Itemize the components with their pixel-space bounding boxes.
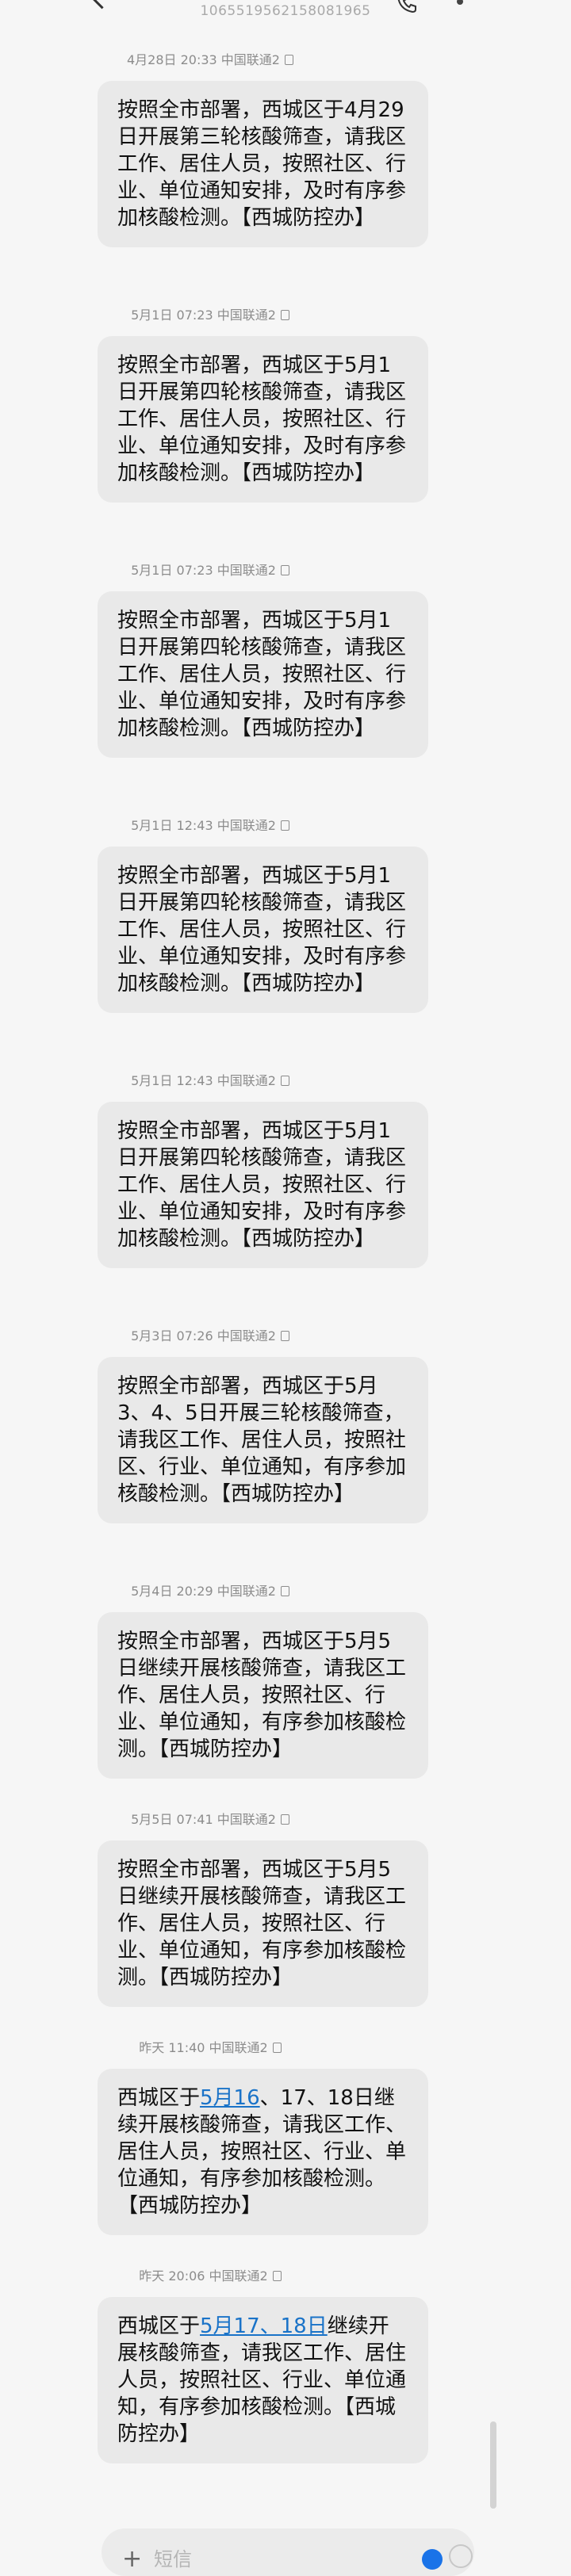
message-timestamp: 5月4日 20:29 中国联通2 <box>0 1580 420 1599</box>
sim-card-icon <box>280 1076 289 1086</box>
sim-select-icon[interactable] <box>422 2549 443 2570</box>
sim-card-icon <box>272 2043 282 2053</box>
date-link[interactable]: 5月17、18日 <box>200 2314 328 2338</box>
app-header: 1065519562158081965 <box>0 0 571 32</box>
message-bubble[interactable]: 按照全市部署，西城区于5月1日开展第四轮核酸筛查，请我区工作、居住人员，按照社区… <box>98 847 428 1013</box>
sim-card-icon <box>285 55 293 65</box>
message-bubble[interactable]: 西城区于5月17、18日继续开展核酸筛查，请我区工作、居住人员，按照社区、行业、… <box>98 2297 428 2463</box>
message-bubble[interactable]: 按照全市部署，西城区于5月1日开展第四轮核酸筛查，请我区工作、居住人员，按照社区… <box>98 591 428 758</box>
sim-card-icon <box>280 1331 289 1341</box>
message-timestamp: 4月28日 20:33 中国联通2 <box>0 49 420 68</box>
sim-card-icon <box>272 2271 282 2281</box>
message-bubble[interactable]: 西城区于5月16、17、18日继续开展核酸筛查，请我区工作、居住人员，按照社区、… <box>98 2069 428 2235</box>
message-bubble[interactable]: 按照全市部署，西城区于5月1日开展第四轮核酸筛查，请我区工作、居住人员，按照社区… <box>98 336 428 503</box>
sender-number: 1065519562158081965 <box>200 3 371 19</box>
message-timestamp: 5月1日 12:43 中国联通2 <box>0 1070 420 1089</box>
message-bubble[interactable]: 按照全市部署，西城区于5月3、4、5日开展三轮核酸筛查，请我区工作、居住人员，按… <box>98 1357 428 1523</box>
message-composer: + 短信 <box>0 2521 571 2576</box>
input-placeholder: 短信 <box>154 2548 192 2570</box>
send-icon[interactable] <box>449 2544 473 2568</box>
message-timestamp: 5月1日 07:23 中国联通2 <box>0 560 420 579</box>
message-bubble[interactable]: 按照全市部署，西城区于5月5日继续开展核酸筛查，请我区工作、居住人员，按照社区、… <box>98 1840 428 2007</box>
sim-card-icon <box>280 1814 289 1825</box>
sim-card-icon <box>280 820 289 831</box>
message-bubble[interactable]: 按照全市部署，西城区于5月1日开展第四轮核酸筛查，请我区工作、居住人员，按照社区… <box>98 1102 428 1268</box>
sim-card-icon <box>280 1586 289 1596</box>
message-timestamp: 5月5日 07:41 中国联通2 <box>0 1809 420 1828</box>
date-link[interactable]: 5月16 <box>200 2086 260 2110</box>
message-bubble[interactable]: 按照全市部署，西城区于4月29日开展第三轮核酸筛查，请我区工作、居住人员，按照社… <box>98 81 428 247</box>
scrollbar-thumb[interactable] <box>490 2421 496 2509</box>
message-timestamp: 5月3日 07:26 中国联通2 <box>0 1325 420 1344</box>
message-timestamp: 昨天 20:06 中国联通2 <box>0 2265 420 2284</box>
phone-icon[interactable] <box>397 0 417 13</box>
message-timestamp: 5月1日 12:43 中国联通2 <box>0 815 420 834</box>
sim-card-icon <box>280 310 289 320</box>
message-timestamp: 昨天 11:40 中国联通2 <box>0 2037 420 2056</box>
message-bubble[interactable]: 按照全市部署，西城区于5月5日继续开展核酸筛查，请我区工作、居住人员，按照社区、… <box>98 1612 428 1779</box>
add-attachment-icon[interactable]: + <box>122 2547 142 2571</box>
sim-card-icon <box>280 565 289 575</box>
message-timestamp: 5月1日 07:23 中国联通2 <box>0 304 420 323</box>
